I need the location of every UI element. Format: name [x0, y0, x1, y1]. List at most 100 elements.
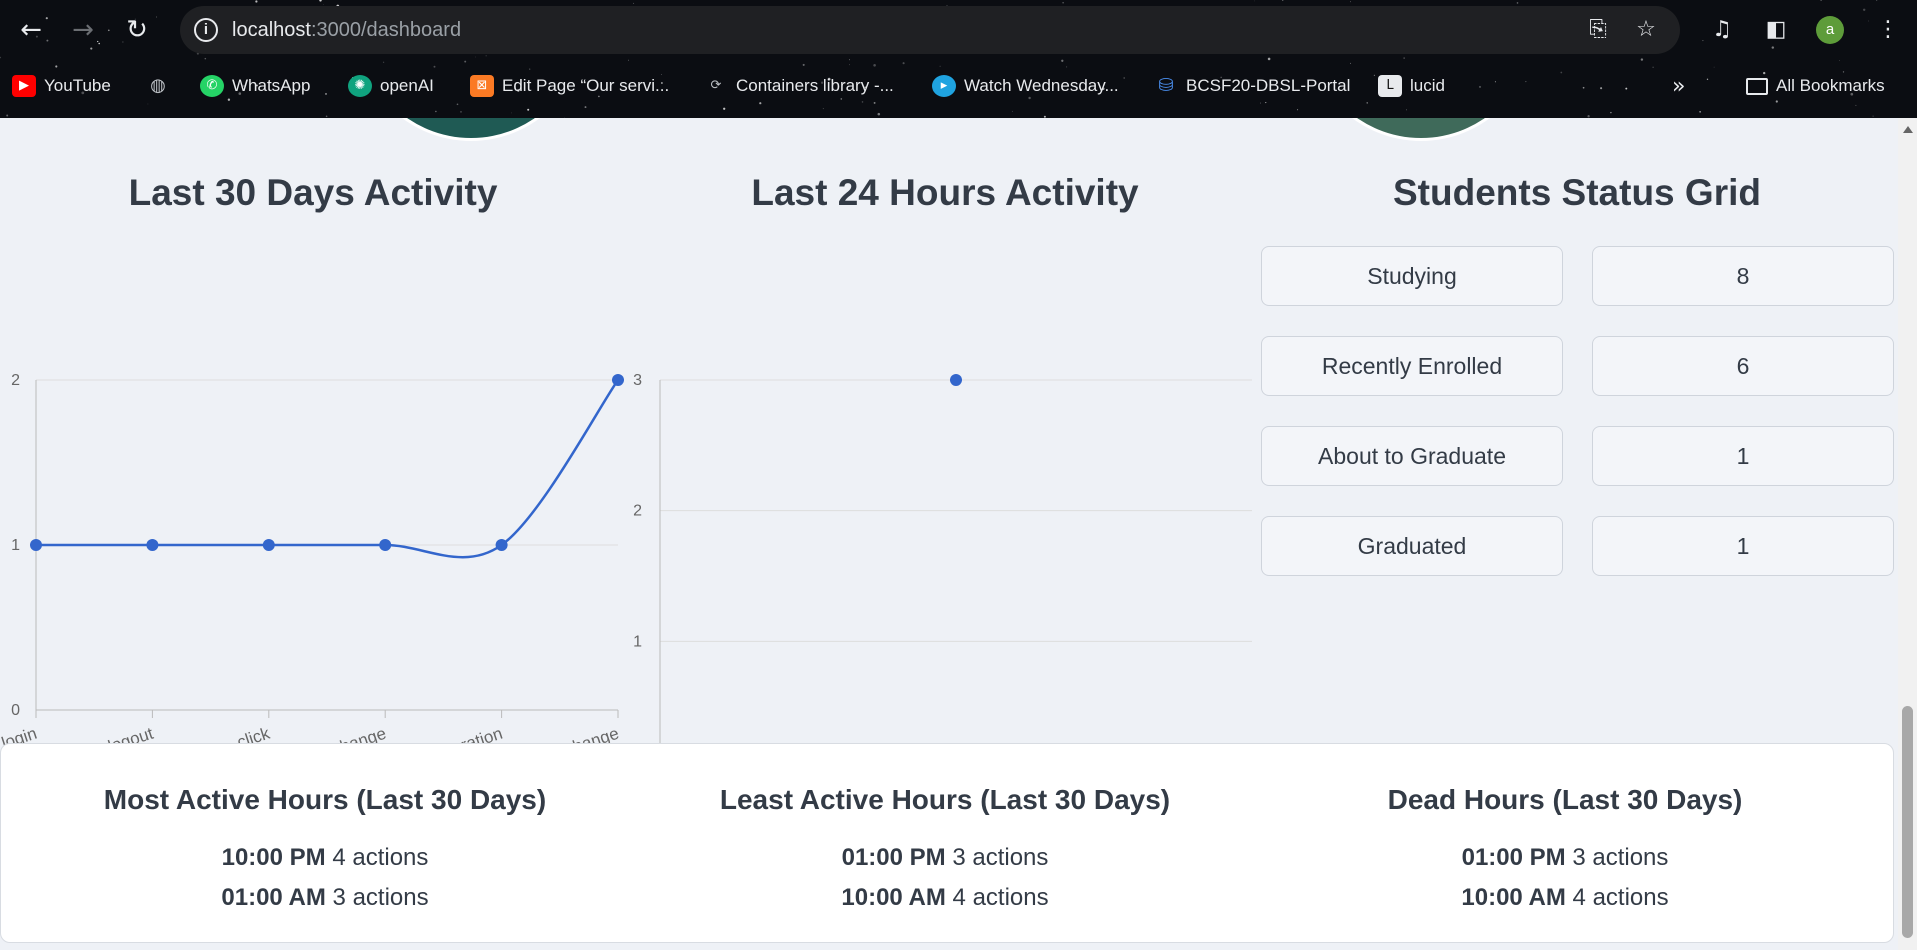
- decorative-circle-left: [356, 118, 586, 141]
- back-arrow-icon[interactable]: ←: [14, 13, 48, 47]
- bookmark-whatsapp[interactable]: ✆ WhatsApp: [200, 70, 310, 102]
- menu-dots-icon[interactable]: ⋮: [1872, 14, 1904, 46]
- hour-actions: 3 actions: [952, 844, 1049, 871]
- least-active-hours: Least Active Hours (Last 30 Days) 01:00 …: [635, 784, 1255, 918]
- star-dot: [628, 59, 629, 61]
- chart-title-last-30-days: Last 30 Days Activity: [128, 172, 498, 213]
- star-dot: [1254, 0, 1255, 2]
- star-dot: [1516, 2, 1519, 4]
- data-point[interactable]: [379, 539, 392, 551]
- star-dot: [1876, 0, 1878, 2]
- folder-icon: [1746, 77, 1768, 95]
- star-dot: [1702, 40, 1704, 42]
- bookmark-openai[interactable]: ✺ openAI: [348, 70, 434, 102]
- data-point[interactable]: [30, 539, 42, 551]
- star-dot: [802, 63, 805, 66]
- star-dot: [849, 59, 850, 61]
- data-point[interactable]: [495, 539, 508, 551]
- data-point[interactable]: [146, 539, 159, 551]
- data-point[interactable]: [950, 374, 962, 386]
- star-dot: [147, 103, 149, 105]
- star-dot: [1406, 109, 1407, 111]
- star-dot: [1820, 0, 1822, 1]
- side-panel-icon[interactable]: ◧: [1760, 14, 1792, 46]
- dead-hours-title: Dead Hours (Last 30 Days): [1387, 784, 1743, 815]
- status-label-box: Graduated: [1261, 516, 1563, 576]
- status-label-box: Studying: [1261, 246, 1563, 306]
- hour-time: 01:00 PM: [1461, 844, 1566, 871]
- star-dot: [633, 2, 635, 4]
- scroll-up-arrow-icon[interactable]: [1903, 126, 1913, 133]
- openai-icon: ✺: [348, 75, 372, 97]
- all-bookmarks-folder[interactable]: All Bookmarks: [1746, 70, 1885, 102]
- containers-icon: ⟳: [710, 78, 722, 93]
- star-dot: [723, 107, 726, 110]
- hour-time: 10:00 AM: [1461, 884, 1566, 911]
- data-point[interactable]: [612, 374, 624, 386]
- star-dot: [1872, 115, 1874, 117]
- bookmark-star-icon[interactable]: ☆: [1632, 16, 1660, 44]
- bookmark-watch-wednesday[interactable]: ▸ Watch Wednesday...: [932, 70, 1119, 102]
- star-dot: [325, 115, 328, 118]
- scatter-chart-last-24-hours: 0123Dec 24, 6 PM: [633, 372, 1252, 806]
- install-app-icon[interactable]: ⎘: [1584, 16, 1612, 44]
- xampp-icon: ⊠: [470, 75, 494, 97]
- site-info-icon[interactable]: i: [194, 18, 218, 42]
- profile-avatar[interactable]: a: [1816, 16, 1844, 44]
- hour-time: 10:00 AM: [841, 884, 946, 911]
- hour-row: 10:00 PM 4 actions: [15, 838, 635, 878]
- hour-actions: 4 actions: [952, 884, 1049, 911]
- star-dot: [1066, 66, 1068, 68]
- star-dot: [902, 62, 905, 65]
- scrollbar-thumb[interactable]: [1902, 706, 1913, 938]
- star-dot: [433, 65, 436, 68]
- star-dot: [1862, 8, 1866, 12]
- bookmark-edit-page[interactable]: ⊠ Edit Page “Our servi...: [470, 70, 669, 102]
- star-dot: [156, 16, 158, 18]
- star-dot: [1011, 110, 1013, 112]
- url-text[interactable]: localhost:3000/dashboard: [232, 19, 461, 42]
- star-dot: [759, 102, 762, 105]
- star-dot: [1839, 60, 1840, 62]
- star-dot: [1350, 1, 1352, 3]
- page-scrollbar[interactable]: [1898, 118, 1917, 950]
- bookmark-containers[interactable]: ⟳ Containers library -...: [704, 70, 894, 102]
- data-point[interactable]: [262, 539, 275, 551]
- status-value-box: 8: [1592, 246, 1894, 306]
- star-dot: [1640, 58, 1644, 61]
- bookmarks-bar: ▶ YouTube ◍ ✆ WhatsApp ✺ openAI ⊠ Edit P…: [0, 70, 1917, 102]
- star-dot: [939, 65, 941, 67]
- reload-icon[interactable]: ↻: [120, 13, 154, 47]
- forward-arrow-icon[interactable]: →: [66, 13, 100, 47]
- bookmark-lucid[interactable]: L lucid: [1378, 70, 1445, 102]
- status-value-box: 1: [1592, 426, 1894, 486]
- star-dot: [322, 4, 324, 5]
- chart-title-last-24-hours: Last 24 Hours Activity: [751, 172, 1139, 213]
- star-dot: [107, 29, 110, 32]
- lucid-icon: L: [1378, 75, 1402, 97]
- star-dot: [319, 0, 322, 2]
- star-dot: [822, 108, 824, 110]
- bookmark-youtube[interactable]: ▶ YouTube: [12, 70, 111, 102]
- series-line: [35, 379, 620, 559]
- more-bookmarks-chevron-icon[interactable]: »: [1672, 70, 1685, 102]
- y-tick-label: 1: [11, 537, 20, 554]
- star-dot: [1297, 109, 1299, 111]
- status-value-box: 6: [1592, 336, 1894, 396]
- most-active-hours-title: Most Active Hours (Last 30 Days): [103, 784, 547, 815]
- star-dot: [584, 106, 587, 109]
- star-dot: [474, 56, 476, 58]
- star-dot: [1713, 66, 1715, 68]
- media-controls-icon[interactable]: ♫: [1706, 14, 1738, 46]
- bookmark-globe[interactable]: ◍: [146, 70, 178, 102]
- status-label-box: Recently Enrolled: [1261, 336, 1563, 396]
- most-active-hours: Most Active Hours (Last 30 Days) 10:00 P…: [15, 784, 635, 918]
- bookmark-dbsl-portal[interactable]: ⛁ BCSF20-DBSL-Portal: [1154, 70, 1350, 102]
- line-chart-last-30-days: 012loginlogoutnavigation_button_clickpag…: [0, 372, 624, 796]
- address-bar[interactable]: i localhost:3000/dashboard ⎘ ☆: [180, 6, 1680, 54]
- hour-time: 01:00 PM: [841, 844, 946, 871]
- star-dot: [873, 101, 876, 104]
- star-dot: [55, 65, 58, 68]
- star-dot: [1265, 102, 1267, 104]
- hour-row: 10:00 AM 4 actions: [635, 878, 1255, 918]
